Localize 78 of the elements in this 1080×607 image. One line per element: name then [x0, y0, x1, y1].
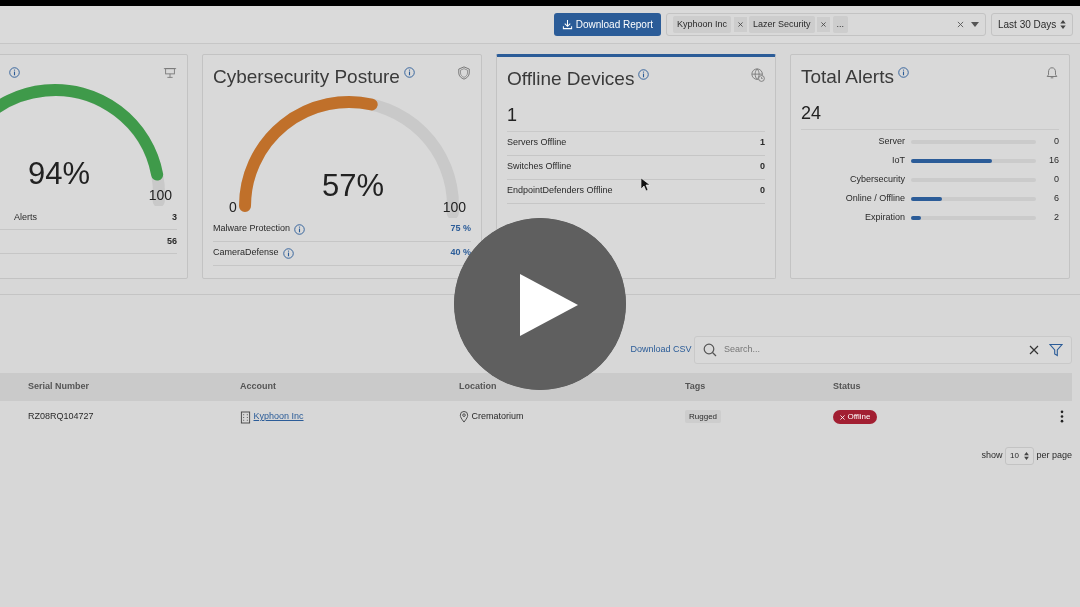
info-icon	[897, 67, 909, 78]
row-label: Switches Offline	[507, 160, 572, 174]
date-range-select[interactable]: Last 30 Days	[991, 13, 1073, 36]
close-icon	[821, 22, 827, 27]
bar-value: 16	[1048, 154, 1059, 168]
bell-icon	[1045, 66, 1059, 80]
bar-value: 0	[1053, 173, 1059, 187]
card-title: Cybersecurity Posture	[213, 65, 400, 89]
row-label: Servers Offline	[507, 136, 567, 150]
total-count: 1	[507, 101, 765, 132]
info-icon	[9, 67, 20, 78]
column-header: Tags	[685, 381, 706, 392]
column-header: Status	[833, 381, 861, 392]
cursor-icon	[641, 178, 650, 191]
account-link[interactable]: Kyphoon Inc	[253, 410, 304, 424]
bar-label: Server	[877, 135, 906, 149]
account-select[interactable]: Kyphoon Inc Lazer Security ...	[666, 13, 986, 36]
download-icon	[562, 19, 574, 30]
row-value: 0	[760, 160, 765, 174]
filter-icon	[1049, 343, 1063, 357]
shield-icon	[457, 66, 471, 80]
info-icon	[638, 69, 650, 80]
gauge-value: 57%	[322, 167, 384, 203]
bar-value: 6	[1053, 192, 1059, 206]
column-header: Account	[240, 381, 276, 392]
column-header: Serial Number	[28, 381, 90, 392]
close-icon	[737, 22, 743, 27]
row-label: Alerts	[14, 210, 37, 224]
row-value: 3	[172, 210, 177, 224]
page-size-select[interactable]: 10	[1005, 447, 1034, 465]
download-report-button[interactable]: Download Report	[554, 13, 661, 36]
caret-icon	[971, 22, 979, 27]
filter-chip: Lazer Security	[749, 15, 815, 34]
row-label: EndpointDefenders Offline	[507, 184, 613, 198]
search-field[interactable]: Search...	[694, 336, 1072, 364]
globe-icon	[751, 68, 765, 82]
location-pin-icon	[459, 411, 469, 423]
bar-value: 2	[1053, 211, 1059, 225]
row-value: 75 %	[450, 222, 471, 236]
sort-caret-icon	[1060, 20, 1066, 29]
filter-chip: Kyphoon Inc	[673, 15, 732, 34]
show-label: show	[981, 449, 1003, 463]
more-options-icon	[1060, 410, 1064, 424]
bar-label: Cybersecurity	[849, 173, 906, 187]
building-icon	[240, 410, 251, 424]
per-page-label: per page	[1036, 449, 1072, 463]
row-label: CameraDefense	[213, 246, 279, 260]
sort-caret-icon	[1023, 452, 1029, 460]
row-value: 1	[760, 136, 765, 150]
bar-value: 0	[1053, 135, 1059, 149]
serial-number: RZ08RQ104727	[28, 411, 94, 422]
close-icon	[1029, 345, 1039, 355]
card-title: Offline Devices	[507, 67, 635, 91]
info-icon	[403, 67, 415, 78]
gauge-value: 94%	[28, 156, 90, 191]
row-value: 40 %	[450, 246, 471, 260]
row-value: 56	[167, 234, 177, 248]
bar-label: Online / Offline	[844, 192, 906, 206]
bar-label: IoT	[891, 154, 906, 168]
close-icon	[956, 21, 964, 28]
gauge-min: 0	[229, 198, 237, 215]
row-label: Malware Protection	[213, 222, 291, 236]
card-title: Total Alerts	[801, 65, 894, 89]
row-value: 0	[760, 184, 765, 198]
column-header: Location	[459, 381, 497, 392]
download-csv-link[interactable]: Download CSV	[630, 343, 692, 357]
chip-remove-button[interactable]	[733, 17, 747, 32]
tag: Rugged	[685, 410, 722, 424]
search-input[interactable]: Search...	[722, 342, 1024, 358]
gauge-max: 100	[148, 187, 172, 203]
chip-remove-button[interactable]	[817, 17, 831, 32]
bar-label: Expiration	[863, 211, 906, 225]
status-badge: Offline	[833, 410, 878, 424]
location-text: Crematorium	[471, 410, 524, 424]
search-icon	[703, 343, 717, 357]
total-count: 24	[801, 99, 1059, 130]
more-chip: ...	[832, 15, 849, 34]
gauge-max: 100	[442, 198, 466, 215]
